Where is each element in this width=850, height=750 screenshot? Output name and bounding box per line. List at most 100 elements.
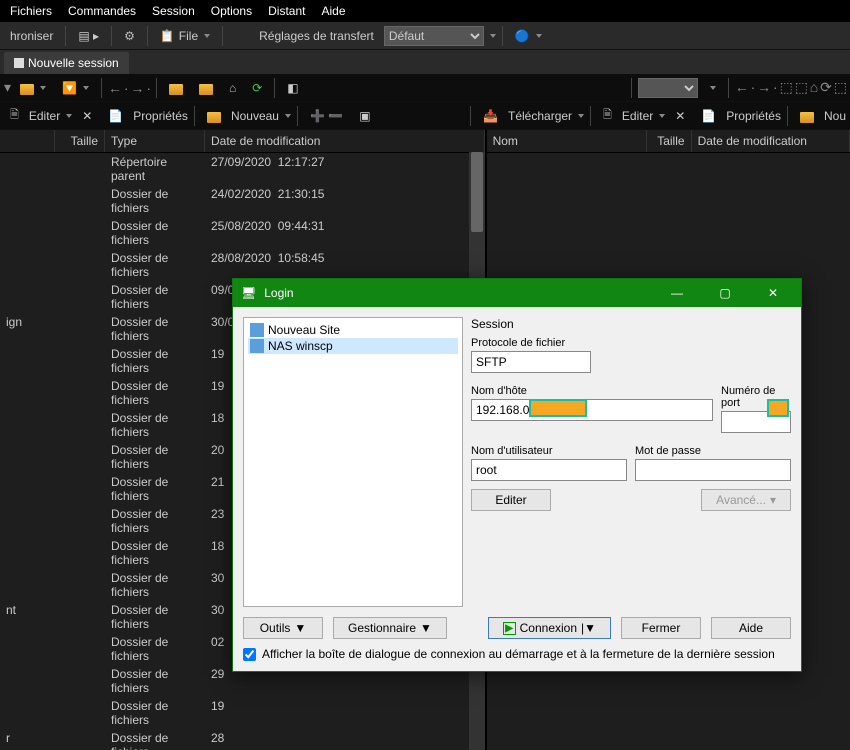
sync-button[interactable]: hroniser (4, 27, 59, 45)
login-dialog: 🖥 Login — ▢ ✕ Nouveau Site NAS winscp Se… (232, 278, 802, 672)
site-new-label: Nouveau Site (268, 323, 340, 337)
right-new-button[interactable]: Nou (824, 109, 846, 123)
tab-label: Nouvelle session (28, 56, 119, 70)
refresh-icon[interactable] (246, 79, 268, 97)
remote-nav-icons[interactable]: ← · → · ⬚ ⬚ ⌂ ⟳ ⬚ (735, 79, 846, 96)
new-session-icon (14, 58, 24, 68)
new-folder-icon[interactable] (201, 108, 227, 123)
gear-icon[interactable] (118, 27, 141, 45)
right-delete-icon[interactable]: ✕ (669, 107, 691, 125)
table-row[interactable]: Dossier de fichiers25/08/2020 09:44:31 (0, 217, 485, 249)
table-row[interactable]: Dossier de fichiers24/02/2020 21:30:15 (0, 185, 485, 217)
pane-actions: Editer ✕ 📄 Propriétés Nouveau ➕ ➖ ▣ 📥 Té… (0, 102, 850, 130)
filter-icon[interactable]: 🔵 (509, 27, 548, 45)
download-button[interactable]: Télécharger (508, 109, 572, 123)
pass-label: Mot de passe (635, 445, 791, 457)
remote-path-combo[interactable] (638, 78, 698, 98)
menu-session[interactable]: Session (144, 4, 203, 18)
right-props-icon[interactable]: 📄 (695, 107, 722, 125)
app-icon: 🖥 (241, 286, 256, 300)
tab-new-session[interactable]: Nouvelle session (4, 52, 129, 74)
left-new-button[interactable]: Nouveau (231, 109, 279, 123)
protocol-field[interactable] (471, 351, 591, 373)
menu-aide[interactable]: Aide (313, 4, 353, 18)
file-label: File (179, 29, 198, 43)
menu-distant[interactable]: Distant (260, 4, 313, 18)
select-icon[interactable]: ▣ (353, 107, 376, 125)
session-panel: Session Protocole de fichier Nom d'hôte … (471, 317, 791, 607)
right-edit-button[interactable]: Editer (622, 109, 653, 123)
help-button[interactable]: Aide (711, 617, 791, 639)
site-icon (250, 339, 264, 353)
manage-button[interactable]: Gestionnaire ▼ (333, 617, 447, 639)
right-new-icon[interactable] (794, 108, 820, 123)
connect-label: Connexion (520, 621, 577, 635)
advanced-button[interactable]: Avancé... ▾ (701, 489, 791, 511)
remote-grid-header: Nom Taille Date de modification (487, 130, 850, 153)
home-icon[interactable] (223, 79, 242, 97)
sites-tree[interactable]: Nouveau Site NAS winscp (243, 317, 463, 607)
left-props-button[interactable]: Propriétés (133, 109, 188, 123)
pass-field[interactable] (635, 459, 791, 481)
maximize-button[interactable]: ▢ (705, 279, 745, 307)
dialog-titlebar[interactable]: 🖥 Login — ▢ ✕ (233, 279, 801, 307)
show-on-start-checkbox[interactable] (243, 648, 256, 661)
right-edit-icon[interactable] (597, 104, 618, 127)
user-label: Nom d'utilisateur (471, 445, 627, 457)
col-type[interactable]: Type (105, 130, 205, 152)
user-field[interactable] (471, 459, 627, 481)
connect-icon: ▶ (503, 622, 516, 635)
site-nas[interactable]: NAS winscp (248, 338, 458, 354)
table-row[interactable]: Dossier de fichiers19 (0, 697, 485, 729)
local-grid-header: Taille Type Date de modification (0, 130, 485, 153)
rcol-name[interactable]: Nom (487, 130, 647, 152)
nav-back-icon[interactable]: ← · → · (108, 80, 150, 96)
root-folder-icon[interactable] (193, 80, 219, 95)
edit-button[interactable]: Editer (471, 489, 551, 511)
dialog-title: Login (264, 286, 293, 300)
table-row[interactable]: Répertoire parent27/09/2020 12:17:27 (0, 153, 485, 185)
table-row[interactable]: rDossier de fichiers28 (0, 729, 485, 750)
file-menu[interactable]: 📋 File (154, 27, 216, 45)
left-edit-button[interactable]: Editer (29, 109, 60, 123)
sync-browse-icon[interactable]: ◧ (281, 79, 304, 97)
props-icon[interactable]: 📄 (102, 107, 129, 125)
col-date[interactable]: Date de modification (205, 130, 485, 152)
up-folder-icon[interactable] (163, 80, 189, 95)
transfer-settings-combo[interactable]: Défaut (384, 26, 484, 46)
site-new[interactable]: Nouveau Site (248, 322, 458, 338)
redaction-host (529, 399, 587, 417)
queue-icon[interactable]: ▤ ▸ (72, 27, 105, 45)
rcol-date[interactable]: Date de modification (692, 130, 850, 152)
plus-icon[interactable]: ➕ ➖ (304, 107, 349, 125)
right-props-button[interactable]: Propriétés (726, 109, 781, 123)
menu-options[interactable]: Options (203, 4, 260, 18)
table-row[interactable]: Dossier de fichiers28/08/2020 10:58:45 (0, 249, 485, 281)
rcol-size[interactable]: Taille (647, 130, 692, 152)
show-on-start-label: Afficher la boîte de dialogue de connexi… (262, 647, 775, 661)
manage-label: Gestionnaire (348, 621, 416, 635)
col-name[interactable] (0, 130, 55, 152)
close-dlg-button[interactable]: Fermer (621, 617, 701, 639)
nav-left-dropdown[interactable]: ▾ (4, 79, 10, 96)
connect-button[interactable]: ▶Connexion |▼ (488, 617, 611, 639)
folder-open-icon[interactable] (14, 80, 52, 95)
menu-bar: FichiersCommandesSessionOptionsDistantAi… (0, 0, 850, 22)
site-icon (250, 323, 264, 337)
minimize-button[interactable]: — (657, 279, 697, 307)
delete-icon[interactable]: ✕ (76, 107, 98, 125)
col-size[interactable]: Taille (55, 130, 105, 152)
host-field[interactable] (471, 399, 713, 421)
left-edit-icon[interactable] (4, 104, 25, 127)
advanced-label: Avancé... (716, 493, 766, 507)
filter-folder-icon[interactable]: 🔽 (56, 79, 95, 97)
tools-button[interactable]: Outils ▼ (243, 617, 323, 639)
download-icon[interactable]: 📥 (477, 107, 504, 125)
redaction-port (767, 399, 789, 417)
transfer-settings-label: Réglages de transfert (253, 27, 380, 45)
menu-commandes[interactable]: Commandes (60, 4, 144, 18)
menu-fichiers[interactable]: Fichiers (2, 4, 60, 18)
remote-folder-icon[interactable] (702, 84, 722, 92)
close-button[interactable]: ✕ (753, 279, 793, 307)
session-tabs: Nouvelle session (0, 50, 850, 74)
